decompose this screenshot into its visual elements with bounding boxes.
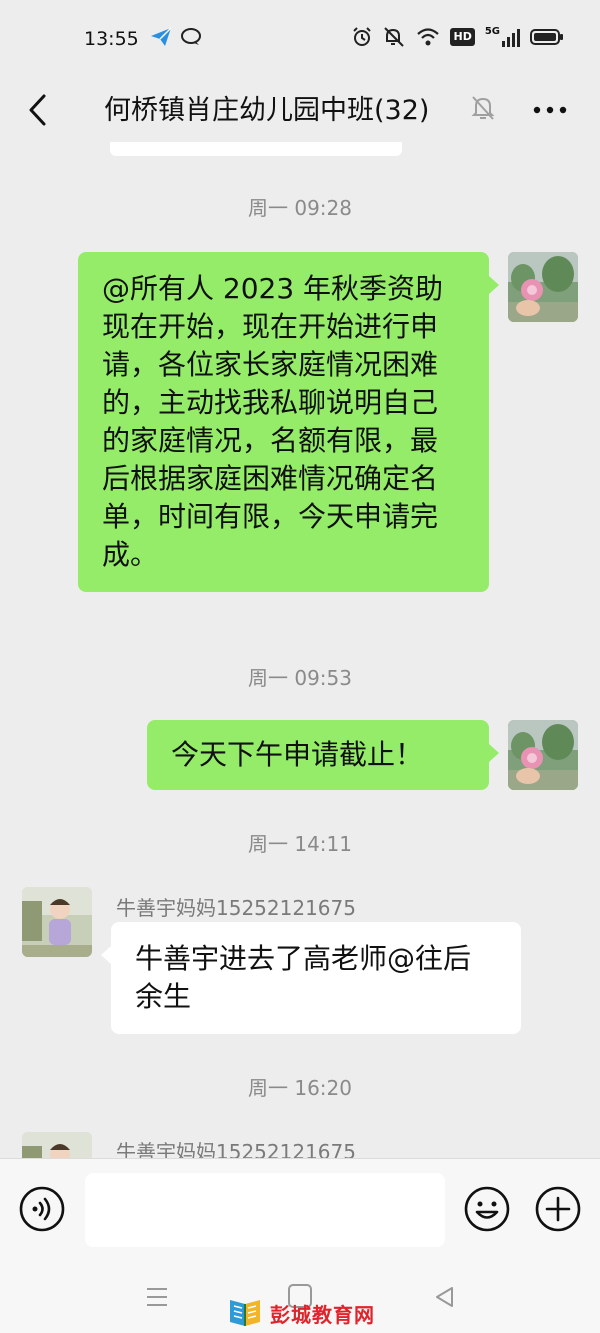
message-timestamp: 周一 16:20 [248,1076,352,1100]
sent-message-bubble[interactable]: 今天下午申请截止！ [147,720,489,790]
status-left-icons [150,27,202,47]
chat-messages[interactable]: 周一 09:28 @所有人 2023 年秋季资助现在开始，现在开始进行申请，各位… [0,142,600,1158]
sent-message-bubble[interactable]: @所有人 2023 年秋季资助现在开始，现在开始进行申请，各位家长家庭情况困难的… [78,252,489,592]
avatar-image [22,1132,92,1158]
voice-button[interactable] [18,1185,66,1233]
bell-off-icon [471,96,495,120]
emoji-icon [464,1186,510,1232]
more-button[interactable] [528,90,572,130]
sender-name: 牛善宇妈妈15252121675 [116,896,356,920]
chat-bubble-icon [181,28,201,45]
wifi-icon [417,28,440,46]
sender-name: 牛善宇妈妈15252121675 [116,1140,356,1158]
more-dots-icon [533,106,567,114]
status-time: 13:55 [84,28,139,50]
message-timestamp: 周一 09:53 [248,666,352,690]
watermark: 彭城教育网 [226,1296,375,1330]
back-triangle-icon[interactable] [432,1284,458,1310]
avatar-image [508,720,578,790]
status-right-icons: HD 5G [352,27,564,47]
bubble-tail [101,946,111,964]
input-bar [0,1158,600,1260]
chat-title: 何桥镇肖庄幼儿园中班(32) [104,95,430,126]
sender-avatar[interactable] [22,887,92,957]
avatar-image [22,887,92,957]
sender-avatar[interactable] [22,1132,92,1158]
voice-icon [19,1186,65,1232]
message-timestamp: 周一 14:11 [248,832,352,856]
previous-message-bubble[interactable] [110,142,402,156]
bubble-tail [489,276,499,294]
watermark-text: 彭城教育网 [270,1302,375,1327]
paper-plane-icon [151,27,172,46]
emoji-button[interactable] [463,1185,511,1233]
message-input[interactable] [85,1173,445,1247]
status-bar: 13:55 HD 5G [0,0,600,80]
my-avatar[interactable] [508,252,578,322]
message-timestamp: 周一 09:28 [248,196,352,220]
book-logo-icon [230,1300,260,1326]
avatar-image [508,252,578,322]
menu-icon[interactable] [144,1284,170,1310]
chevron-left-icon [29,94,46,126]
signal-5g-icon: 5G [485,27,520,47]
received-message-bubble[interactable]: 牛善宇进去了高老师@往后余生 [111,922,521,1034]
chat-header: 何桥镇肖庄幼儿园中班(32) [0,80,600,142]
hd-badge: HD [450,28,475,46]
mute-bell-icon [384,27,405,47]
plus-button[interactable] [534,1185,582,1233]
plus-circle-icon [535,1186,581,1232]
alarm-icon [353,27,372,46]
my-avatar[interactable] [508,720,578,790]
back-button[interactable] [18,90,58,130]
battery-icon [530,29,563,45]
bubble-tail [489,744,499,762]
network-label: 5G [484,26,500,37]
